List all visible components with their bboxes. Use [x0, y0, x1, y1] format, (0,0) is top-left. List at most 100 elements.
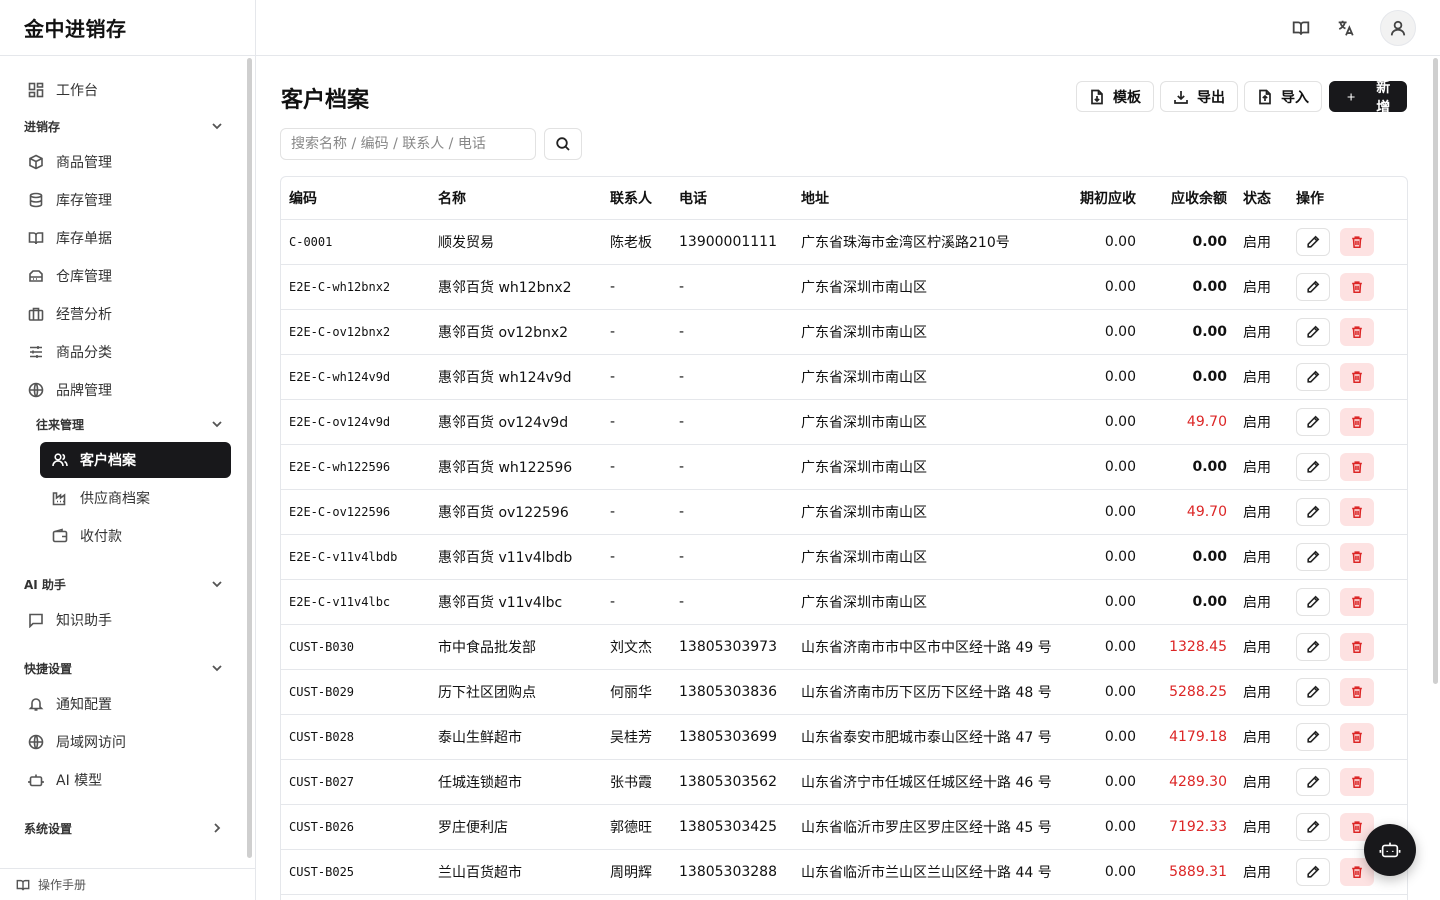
- sidebar-item-workbench[interactable]: 工作台: [24, 74, 231, 106]
- cell-phone: -: [671, 444, 793, 490]
- cell-name: 惠邻百货 wh122596: [430, 444, 602, 490]
- sidebar-item-stock[interactable]: 库存管理: [24, 184, 231, 216]
- delete-button[interactable]: [1340, 677, 1374, 706]
- search-input[interactable]: [280, 128, 536, 160]
- brand-title: 金中进销存: [0, 0, 255, 56]
- delete-button[interactable]: [1340, 227, 1374, 256]
- delete-button[interactable]: [1340, 587, 1374, 616]
- delete-button[interactable]: [1340, 722, 1374, 751]
- sidebar-item-ai-model[interactable]: AI 模型: [24, 764, 231, 796]
- group-label: 往来管理: [36, 417, 85, 432]
- cell-status: 启用: [1235, 354, 1288, 400]
- import-button[interactable]: 导入: [1244, 81, 1322, 112]
- cell-code: E2E-C-wh124v9d: [281, 354, 430, 400]
- delete-button[interactable]: [1340, 632, 1374, 661]
- cell-opening-receivable: 0.00: [1053, 579, 1144, 625]
- manual-link[interactable]: 操作手册: [0, 868, 255, 900]
- sidebar-item-warehouse[interactable]: 仓库管理: [24, 260, 231, 292]
- ai-assistant-float-button[interactable]: [1364, 824, 1416, 876]
- cell-address: 广东省深圳市南山区: [793, 354, 1053, 400]
- trash-icon: [1352, 685, 1362, 698]
- edit-button[interactable]: [1296, 587, 1330, 616]
- cell-actions: [1288, 309, 1407, 355]
- customer-table: 编码 名称 联系人 电话 地址 期初应收 应收余额 状态 操作 C-0001 顺发…: [280, 176, 1408, 900]
- sidebar-item-payments[interactable]: 收付款: [40, 520, 231, 552]
- delete-button[interactable]: [1340, 767, 1374, 796]
- edit-button[interactable]: [1296, 407, 1330, 436]
- edit-button[interactable]: [1296, 722, 1330, 751]
- template-button[interactable]: 模板: [1076, 81, 1154, 112]
- trash-icon: [1352, 865, 1362, 878]
- cell-address: 山东省临沂市罗庄区罗庄区经十路 45 号: [793, 804, 1053, 850]
- docs-button[interactable]: [1283, 10, 1319, 46]
- group-system-settings[interactable]: 系统设置: [24, 818, 224, 838]
- cell-name: 罗庄便利店: [430, 804, 602, 850]
- edit-button[interactable]: [1296, 497, 1330, 526]
- row-actions: [1296, 452, 1399, 481]
- edit-button[interactable]: [1296, 632, 1330, 661]
- cell-balance: 0.00: [1144, 579, 1235, 625]
- edit-button[interactable]: [1296, 812, 1330, 841]
- cell-status: 启用: [1235, 849, 1288, 895]
- sidebar-item-label: 商品管理: [56, 155, 112, 171]
- cell-name: 历下社区团购点: [430, 669, 602, 715]
- sidebar-item-lan-access[interactable]: 局域网访问: [24, 726, 231, 758]
- cell-address: 广东省深圳市南山区: [793, 534, 1053, 580]
- delete-button[interactable]: [1340, 362, 1374, 391]
- database-icon: [29, 192, 43, 208]
- sidebar-item-knowledge[interactable]: 知识助手: [24, 604, 231, 636]
- cell-balance: 0.00: [1144, 444, 1235, 490]
- row-actions: [1296, 272, 1399, 301]
- cell-address: 广东省深圳市南山区: [793, 444, 1053, 490]
- sidebar-item-customers[interactable]: 客户档案: [40, 442, 231, 478]
- delete-button[interactable]: [1340, 317, 1374, 346]
- group-inventory[interactable]: 进销存: [24, 116, 224, 136]
- delete-button[interactable]: [1340, 497, 1374, 526]
- bot-icon: [1379, 842, 1401, 858]
- cell-status: 启用: [1235, 714, 1288, 760]
- cell-status: 启用: [1235, 534, 1288, 580]
- edit-button[interactable]: [1296, 317, 1330, 346]
- search-button[interactable]: [544, 128, 582, 160]
- sidebar-item-categories[interactable]: 商品分类: [24, 336, 231, 368]
- sidebar-item-label: 通知配置: [56, 697, 112, 713]
- edit-button[interactable]: [1296, 227, 1330, 256]
- row-actions: [1296, 542, 1399, 571]
- edit-button[interactable]: [1296, 272, 1330, 301]
- language-button[interactable]: [1328, 10, 1364, 46]
- group-partners[interactable]: 往来管理: [36, 414, 224, 434]
- sidebar-item-analysis[interactable]: 经营分析: [24, 298, 231, 330]
- column-header-name: 名称: [430, 177, 602, 220]
- trash-icon: [1352, 820, 1362, 833]
- add-button[interactable]: 新增: [1329, 80, 1407, 116]
- edit-button[interactable]: [1296, 362, 1330, 391]
- sidebar-item-products[interactable]: 商品管理: [24, 146, 231, 178]
- sidebar-item-stock-docs[interactable]: 库存单据: [24, 222, 231, 254]
- table-row: E2E-C-v11v4lbdb 惠邻百货 v11v4lbdb - - 广东省深圳市南山区…: [281, 534, 1407, 580]
- export-button[interactable]: 导出: [1160, 81, 1238, 112]
- trash-icon: [1352, 775, 1362, 788]
- edit-button[interactable]: [1296, 857, 1330, 886]
- delete-button[interactable]: [1340, 272, 1374, 301]
- edit-button[interactable]: [1296, 542, 1330, 571]
- sidebar-scrollbar[interactable]: [247, 58, 252, 858]
- sidebar-item-brands[interactable]: 品牌管理: [24, 374, 231, 406]
- cell-actions: [1288, 534, 1407, 580]
- sidebar-item-notifications[interactable]: 通知配置: [24, 688, 231, 720]
- delete-button[interactable]: [1340, 407, 1374, 436]
- sidebar-item-suppliers[interactable]: 供应商档案: [40, 482, 231, 514]
- edit-button[interactable]: [1296, 677, 1330, 706]
- group-quick-settings[interactable]: 快捷设置: [24, 658, 224, 678]
- group-ai[interactable]: AI 助手: [24, 574, 224, 594]
- main-scrollbar[interactable]: [1433, 58, 1438, 684]
- dashboard-icon: [28, 82, 44, 98]
- table-row: E2E-C-ov124v9d 惠邻百货 ov124v9d - - 广东省深圳市南山区 0.…: [281, 399, 1407, 445]
- delete-button[interactable]: [1340, 542, 1374, 571]
- cell-balance: 4289.30: [1144, 759, 1235, 805]
- user-avatar[interactable]: [1380, 10, 1416, 46]
- edit-button[interactable]: [1296, 452, 1330, 481]
- cell-code: E2E-C-v11v4lbdb: [281, 534, 430, 580]
- edit-button[interactable]: [1296, 767, 1330, 796]
- sidebar-item-label: 工作台: [56, 83, 98, 99]
- delete-button[interactable]: [1340, 452, 1374, 481]
